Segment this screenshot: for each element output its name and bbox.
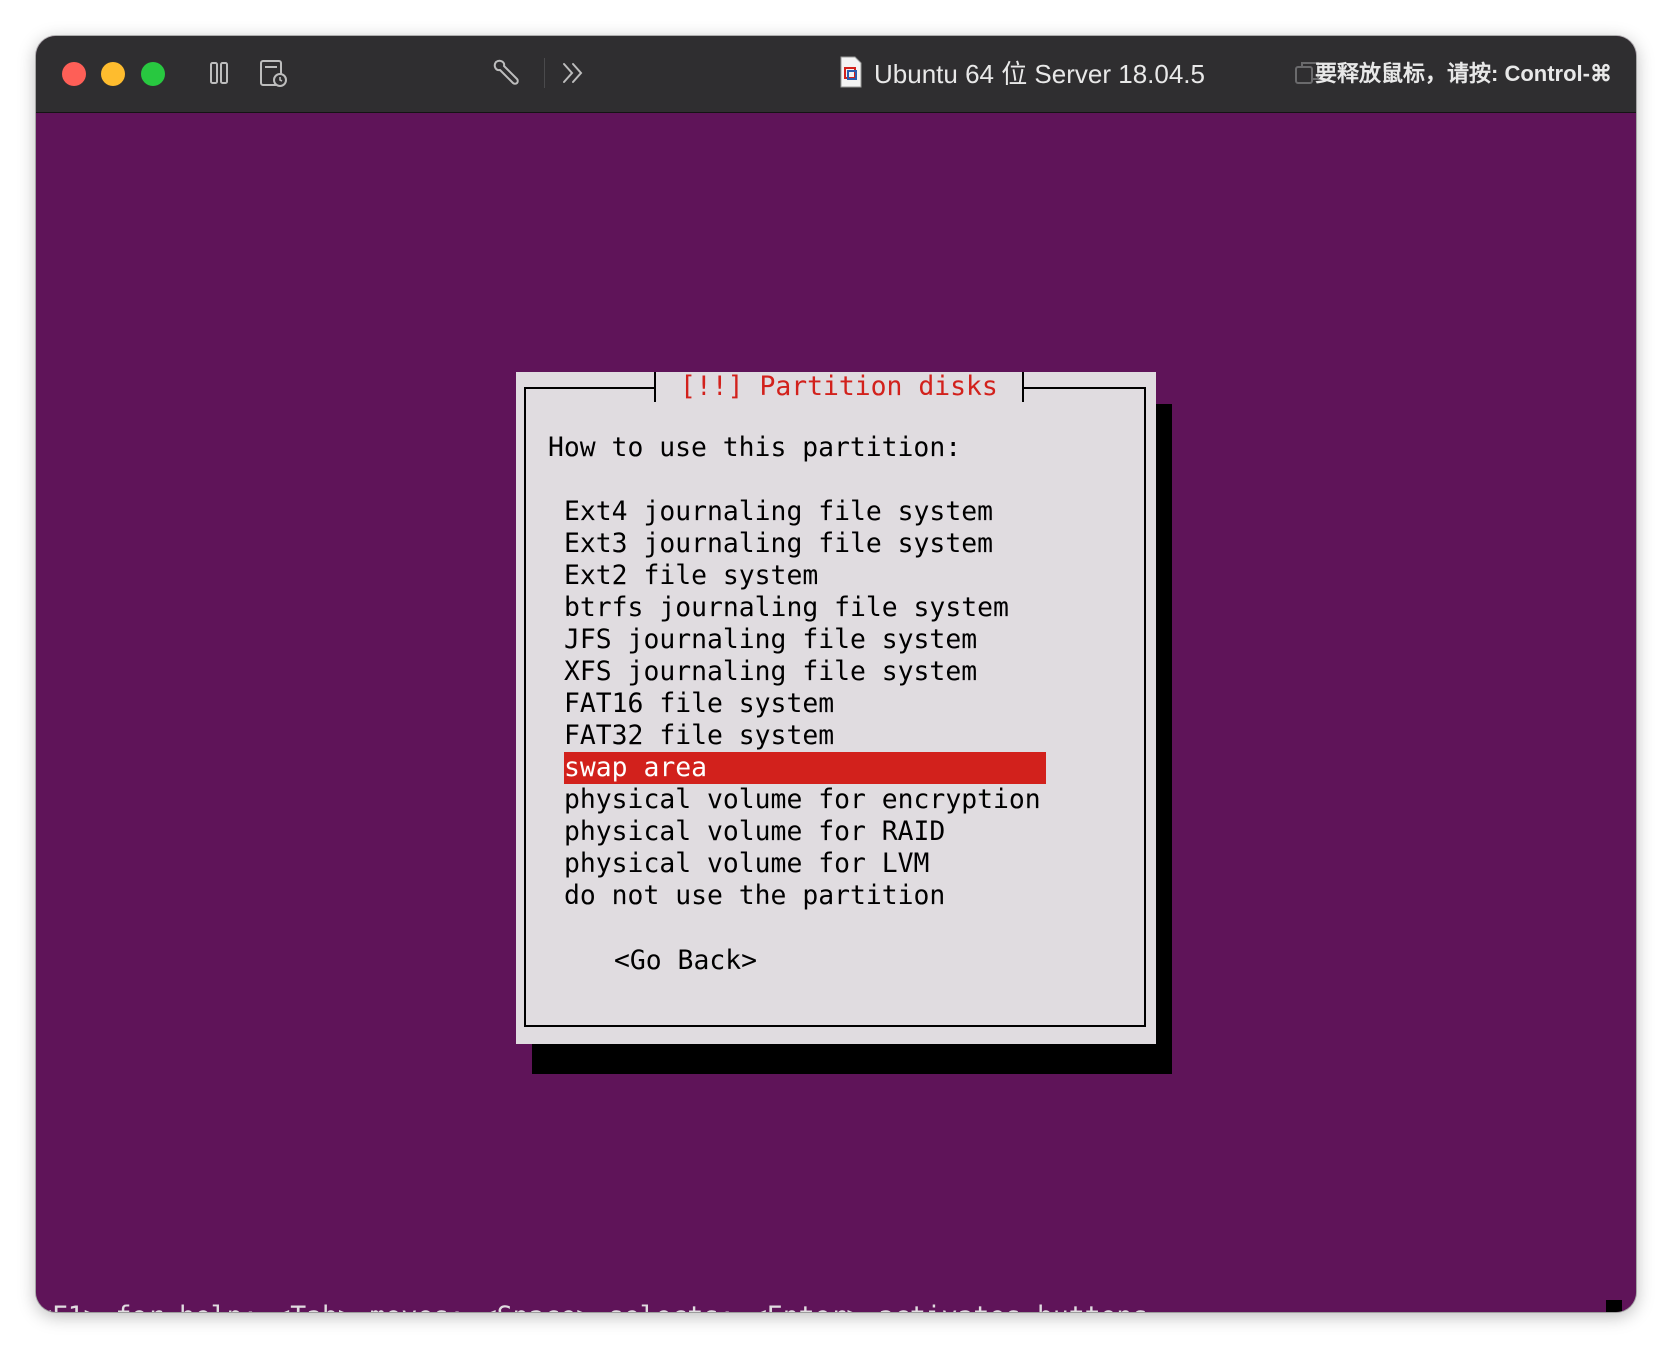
console-screen[interactable]: [!!] Partition disks How to use this par… bbox=[36, 113, 1636, 1312]
option-ext2[interactable]: Ext2 file system bbox=[564, 560, 1046, 592]
vm-window: Ubuntu 64 位 Server 18.04.5 要释放鼠标，请按: Con… bbox=[36, 36, 1636, 1312]
more-icon[interactable] bbox=[556, 56, 590, 90]
option-pv-encryption[interactable]: physical volume for encryption bbox=[564, 784, 1046, 816]
option-fat32[interactable]: FAT32 file system bbox=[564, 720, 1046, 752]
mouse-release-hint: 要释放鼠标，请按: Control-⌘ bbox=[1315, 61, 1612, 86]
dialog-title: [!!] Partition disks bbox=[654, 372, 1024, 402]
close-icon[interactable] bbox=[62, 62, 86, 86]
option-xfs[interactable]: XFS journaling file system bbox=[564, 656, 1046, 688]
option-ext4[interactable]: Ext4 journaling file system bbox=[564, 496, 1046, 528]
option-ext3[interactable]: Ext3 journaling file system bbox=[564, 528, 1046, 560]
option-fat16[interactable]: FAT16 file system bbox=[564, 688, 1046, 720]
partition-usage-list: Ext4 journaling file system Ext3 journal… bbox=[564, 496, 1046, 912]
minimize-icon[interactable] bbox=[101, 62, 125, 86]
option-swap-area[interactable]: swap area bbox=[564, 752, 1046, 784]
wrench-icon[interactable] bbox=[488, 56, 522, 90]
zoom-icon[interactable] bbox=[141, 62, 165, 86]
toolbar-divider bbox=[544, 58, 545, 88]
pause-icon[interactable] bbox=[202, 56, 236, 90]
option-btrfs[interactable]: btrfs journaling file system bbox=[564, 592, 1046, 624]
title-bar: Ubuntu 64 位 Server 18.04.5 要释放鼠标，请按: Con… bbox=[36, 36, 1636, 113]
document-icon bbox=[840, 56, 862, 88]
vm-title: Ubuntu 64 位 Server 18.04.5 bbox=[874, 59, 1205, 89]
go-back-button[interactable]: <Go Back> bbox=[614, 945, 757, 977]
option-pv-lvm[interactable]: physical volume for LVM bbox=[564, 848, 1046, 880]
status-bar: <F1> for help; <Tab> moves; <Space> sele… bbox=[36, 1301, 1148, 1312]
option-pv-raid[interactable]: physical volume for RAID bbox=[564, 816, 1046, 848]
terminal-cursor bbox=[1606, 1300, 1622, 1312]
dialog-prompt: How to use this partition: bbox=[548, 432, 962, 463]
option-do-not-use[interactable]: do not use the partition bbox=[564, 880, 1046, 912]
snapshot-icon[interactable] bbox=[256, 56, 290, 90]
partition-dialog: [!!] Partition disks How to use this par… bbox=[516, 372, 1156, 1044]
option-jfs[interactable]: JFS journaling file system bbox=[564, 624, 1046, 656]
